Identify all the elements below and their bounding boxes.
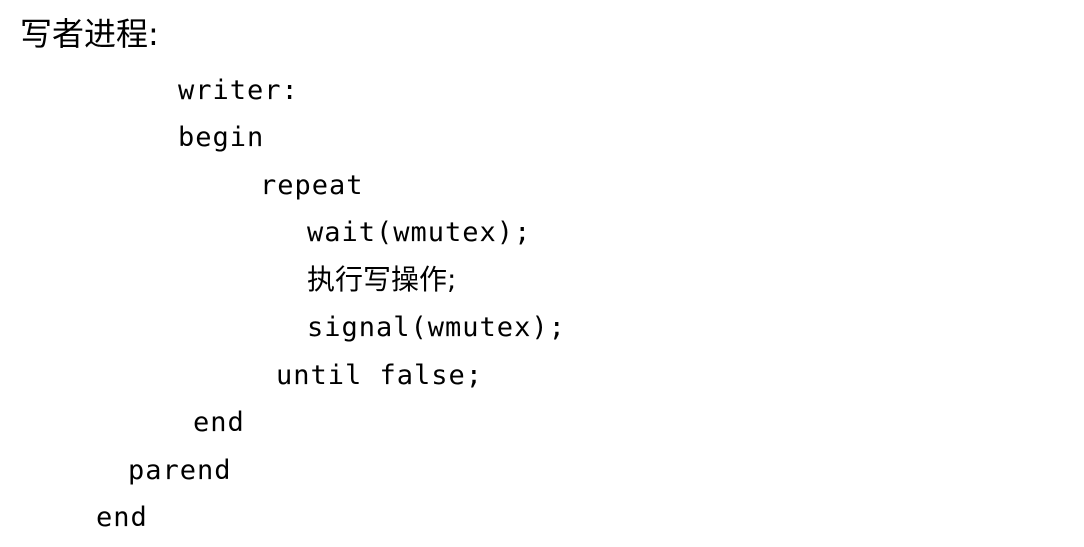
code-line-end-outer: end [96, 502, 148, 533]
code-line-end-inner: end [193, 407, 245, 438]
code-line-until: until false; [276, 360, 484, 391]
code-line-repeat: repeat [260, 170, 364, 201]
code-line-parend: parend [128, 455, 232, 486]
document-page: 写者进程: writer: begin repeat wait(wmutex);… [0, 0, 1084, 547]
code-line-writer-label: writer: [178, 75, 299, 106]
code-line-write-operation: 执行写操作; [307, 263, 457, 296]
code-line-wait: wait(wmutex); [307, 217, 532, 248]
code-line-signal: signal(wmutex); [307, 312, 566, 343]
section-heading: 写者进程: [20, 15, 159, 53]
code-line-begin: begin [178, 122, 265, 153]
